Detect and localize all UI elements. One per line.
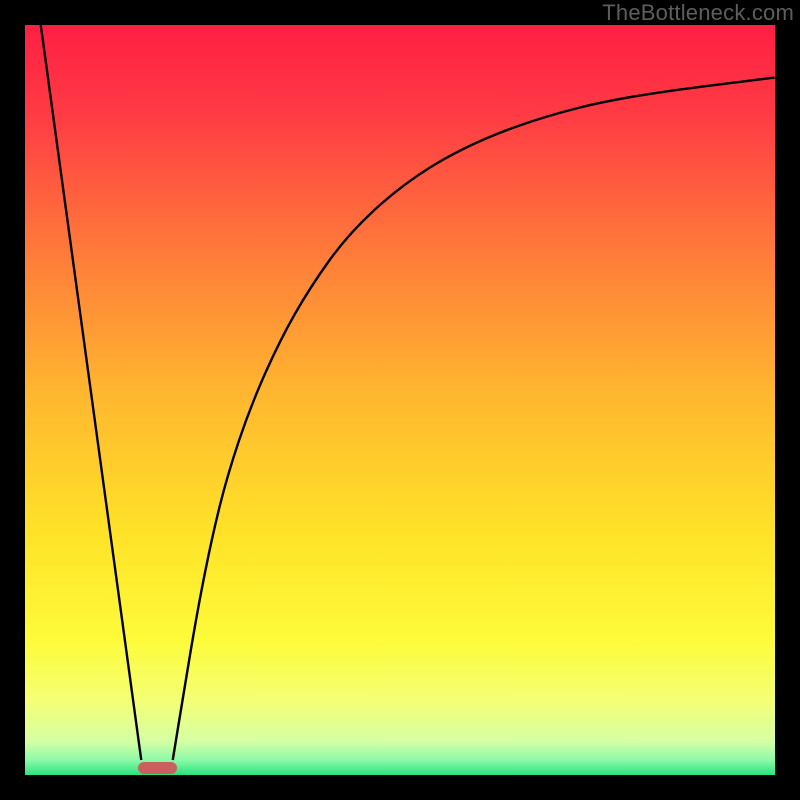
plot-area — [25, 25, 775, 775]
optimal-region-marker — [138, 762, 177, 774]
watermark-text: TheBottleneck.com — [602, 0, 794, 26]
chart-frame: TheBottleneck.com — [0, 0, 800, 800]
curve-path — [41, 25, 775, 760]
bottleneck-curve — [25, 25, 775, 775]
